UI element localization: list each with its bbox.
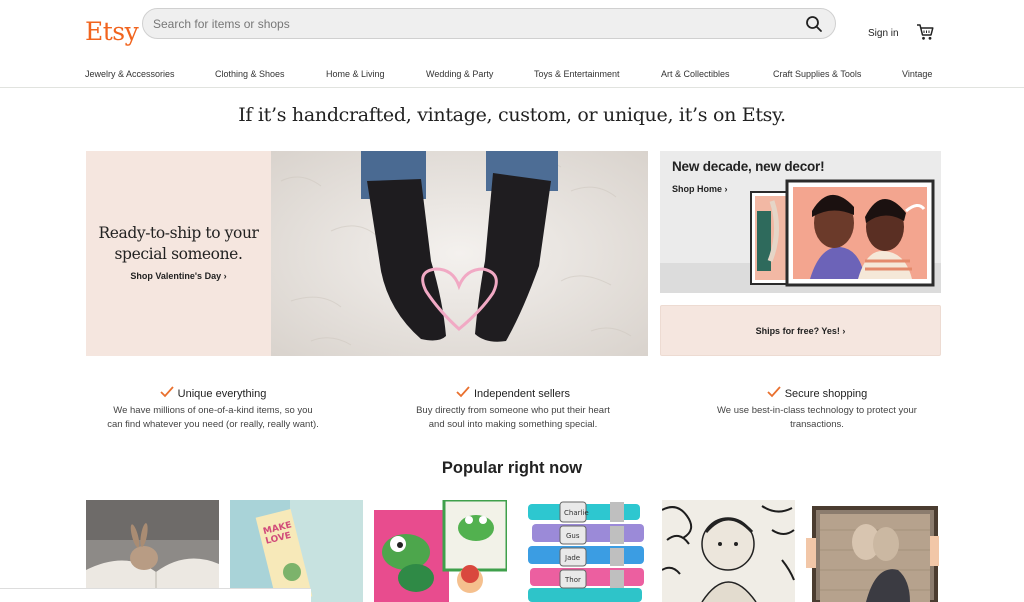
check-icon [160, 386, 174, 398]
check-icon [767, 386, 781, 398]
bottom-overlay-bar [0, 588, 311, 602]
search-input[interactable] [153, 9, 793, 38]
popular-item-turtle-book[interactable] [374, 500, 507, 602]
valentines-hero-banner[interactable]: Ready-to-ship to your special someone. S… [86, 151, 648, 356]
feature-title: Secure shopping [784, 388, 868, 400]
popular-item-bookmark[interactable]: MAKE LOVE [230, 500, 363, 602]
search-bar[interactable] [142, 8, 836, 39]
decor-card-title: New decade, new decor! [672, 159, 825, 174]
nav-vintage[interactable]: Vintage [902, 69, 932, 79]
collar-name-charlie: Charlie [564, 509, 589, 517]
slippers-photo [271, 151, 648, 356]
shop-home-link[interactable]: Shop Home › [672, 184, 728, 194]
feature-unique-everything: Unique everything We have millions of on… [83, 386, 343, 432]
hero-title-line-2: special someone. [114, 245, 243, 263]
new-decade-decor-card[interactable]: New decade, new decor! Shop Home › [660, 151, 941, 293]
popular-item-dog-collars[interactable]: Charlie Gus Jade Thor [518, 500, 651, 602]
nav-jewelry-accessories[interactable]: Jewelry & Accessories [85, 69, 175, 79]
ships-for-free-card[interactable]: Ships for free? Yes! › [660, 305, 941, 356]
cherub-print-photo [662, 500, 795, 602]
feature-description-line: Buy directly from someone who put their … [416, 405, 610, 416]
feature-description-line: transactions. [790, 419, 844, 430]
nav-toys-entertainment[interactable]: Toys & Entertainment [534, 69, 620, 79]
etsy-logo[interactable]: Etsy [85, 17, 139, 46]
nav-clothing-shoes[interactable]: Clothing & Shoes [215, 69, 285, 79]
feature-heading: Secure shopping [687, 386, 947, 400]
ships-for-free-label[interactable]: Ships for free? Yes! › [756, 326, 846, 336]
feature-description-line: can find whatever you need (or really, r… [107, 419, 319, 430]
category-nav: Jewelry & Accessories Clothing & Shoes H… [0, 69, 1024, 81]
search-icon[interactable] [805, 15, 823, 33]
sign-in-link[interactable]: Sign in [868, 28, 899, 39]
cart-icon[interactable] [916, 23, 934, 41]
collar-name-thor: Thor [564, 576, 581, 584]
site-header: Etsy Sign in Jewelry & Accessories Cloth… [0, 0, 1024, 88]
wedding-portrait-photo [806, 500, 939, 602]
feature-description-line: We have millions of one-of-a-kind items,… [113, 405, 313, 416]
turtle-book-photo [374, 500, 507, 602]
feature-title: Unique everything [177, 388, 267, 400]
nav-craft-supplies-tools[interactable]: Craft Supplies & Tools [773, 69, 861, 79]
page-tagline: If it’s handcrafted, vintage, custom, or… [238, 104, 786, 126]
collar-name-gus: Gus [566, 532, 580, 540]
collar-name-jade: Jade [564, 554, 580, 562]
check-icon [456, 386, 470, 398]
bookmark-photo: MAKE LOVE [230, 500, 363, 602]
hero-title-line-1: Ready-to-ship to your [98, 224, 259, 242]
nav-home-living[interactable]: Home & Living [326, 69, 385, 79]
feature-title: Independent sellers [473, 388, 570, 400]
bunny-book-photo [86, 500, 219, 602]
feature-heading: Independent sellers [383, 386, 643, 400]
feature-heading: Unique everything [83, 386, 343, 400]
feature-secure-shopping: Secure shopping We use best-in-class tec… [687, 386, 947, 432]
feature-description: We use best-in-class technology to prote… [687, 404, 947, 432]
popular-item-cherub-print[interactable] [662, 500, 795, 602]
hero-title: Ready-to-ship to your special someone. [86, 223, 271, 265]
popular-item-bunny-book[interactable] [86, 500, 219, 602]
hero-text-block: Ready-to-ship to your special someone. S… [86, 223, 271, 284]
nav-wedding-party[interactable]: Wedding & Party [426, 69, 493, 79]
feature-description-line: and soul into making something special. [428, 419, 598, 430]
feature-description: We have millions of one-of-a-kind items,… [83, 404, 343, 432]
feature-independent-sellers: Independent sellers Buy directly from so… [383, 386, 643, 432]
feature-description-line: We use best-in-class technology to prote… [717, 405, 917, 416]
nav-art-collectibles[interactable]: Art & Collectibles [661, 69, 730, 79]
popular-item-wedding-portrait[interactable] [806, 500, 939, 602]
feature-description: Buy directly from someone who put their … [383, 404, 643, 432]
dog-collars-photo: Charlie Gus Jade Thor [518, 500, 651, 602]
popular-section-title: Popular right now [441, 459, 583, 477]
shop-valentines-link[interactable]: Shop Valentine's Day › [130, 271, 226, 281]
